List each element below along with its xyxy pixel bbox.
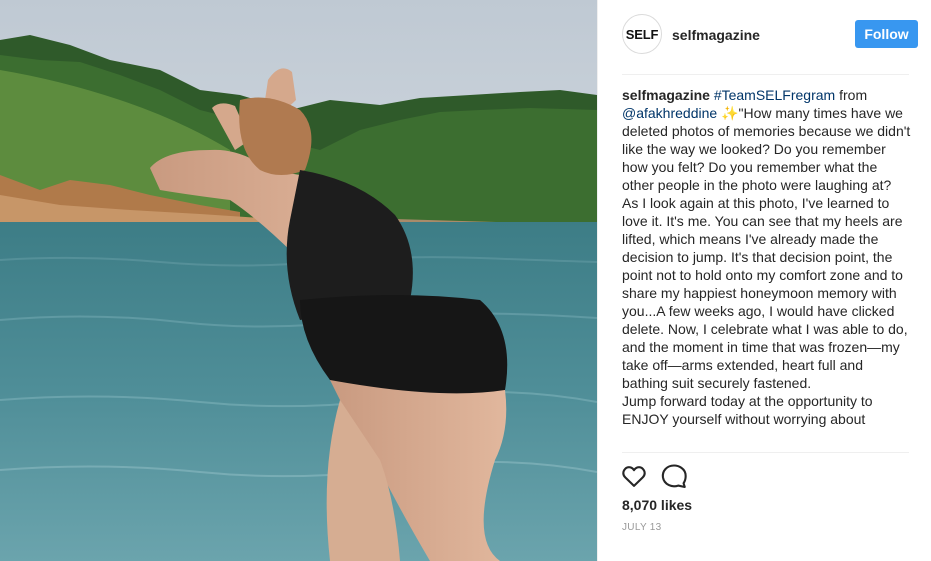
caption-divider [622,452,909,453]
hashtag-link[interactable]: #TeamSELFregram [714,87,835,103]
avatar-logo-text: SELF [625,26,659,42]
post-header: SELF selfmagazine Follow [622,14,918,56]
post-date[interactable]: JULY 13 [622,522,662,533]
mention-link[interactable]: @afakhreddine [622,105,717,121]
username-link[interactable]: selfmagazine [672,27,760,43]
caption-paragraph-1: selfmagazine #TeamSELFregram from @afakh… [622,86,912,194]
caption-paragraph-2: As I look again at this photo, I've lear… [622,195,908,391]
header-divider [622,74,909,75]
follow-button[interactable]: Follow [855,20,918,48]
comment-icon[interactable] [660,462,688,490]
avatar[interactable]: SELF [622,14,662,54]
post-sidebar: SELF selfmagazine Follow selfmagazine #T… [597,0,931,561]
woman-jumping-into-sea-image [0,0,597,561]
heart-icon[interactable] [620,462,648,490]
sparkles-icon: ✨ [721,105,739,121]
post-photo[interactable] [0,0,597,561]
caption-paragraph-3: Jump forward today at the opportunity to… [622,393,873,427]
post-actions [622,462,742,492]
likes-count[interactable]: 8,070 likes [622,497,692,513]
caption-from-text: from [839,87,868,103]
caption-username[interactable]: selfmagazine [622,87,710,103]
post-caption: selfmagazine #TeamSELFregram from @afakh… [622,86,912,452]
